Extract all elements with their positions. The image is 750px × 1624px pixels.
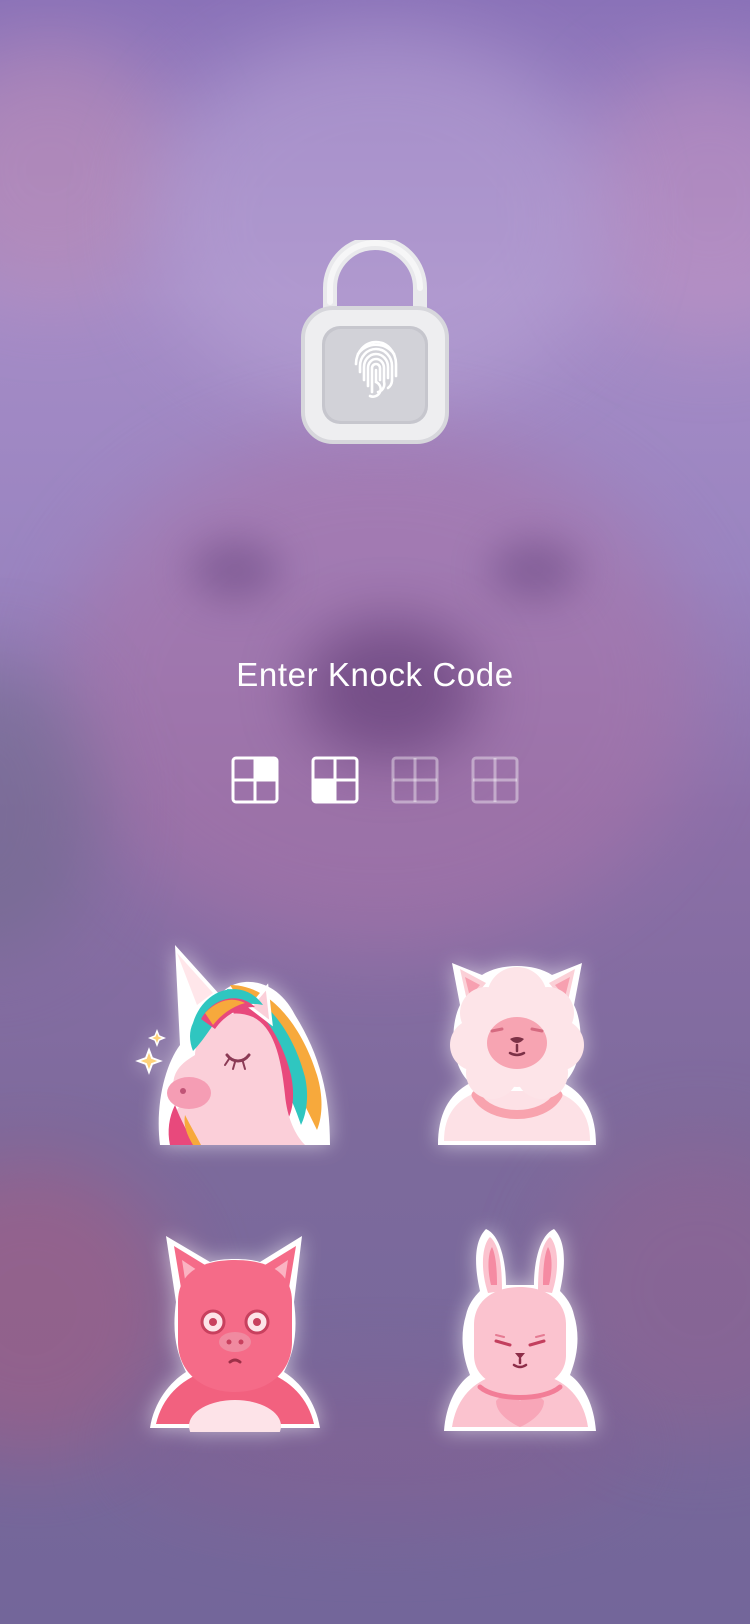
sheep-icon	[438, 963, 596, 1145]
code-indicators	[0, 756, 750, 806]
code-indicator-4	[471, 756, 519, 804]
bunny-sticker[interactable]	[440, 1225, 600, 1435]
sheep-sticker[interactable]	[430, 945, 605, 1150]
pig-sticker[interactable]	[148, 1232, 323, 1432]
unicorn-icon	[135, 945, 330, 1145]
code-indicator-2	[311, 756, 359, 804]
unlocked-padlock-fingerprint-icon	[300, 240, 450, 445]
bunny-icon	[444, 1229, 596, 1431]
code-indicator-1	[231, 756, 279, 804]
code-indicator-3	[391, 756, 439, 804]
prompt-text: Enter Knock Code	[236, 656, 514, 693]
pig-icon	[150, 1236, 320, 1432]
unicorn-sticker[interactable]	[135, 945, 340, 1150]
